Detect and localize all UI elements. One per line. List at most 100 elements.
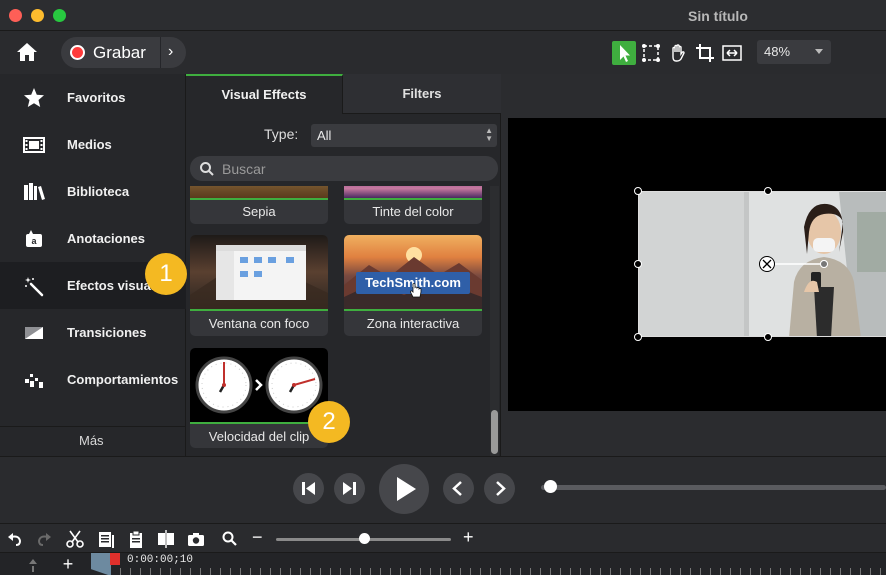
scrub-knob[interactable] (544, 480, 557, 493)
play-button[interactable] (379, 464, 429, 514)
library-icon (24, 183, 45, 200)
sidebar-item-label: Comportamientos (67, 372, 179, 387)
hand-cursor-icon (410, 283, 422, 298)
chevron-down-icon (815, 49, 823, 54)
playback-bar (0, 456, 886, 523)
previous-marker-button[interactable] (443, 473, 474, 504)
minimize-window-button[interactable] (31, 9, 44, 22)
card-divider (344, 309, 482, 311)
cut-button[interactable] (65, 529, 85, 549)
card-label: Velocidad del clip (208, 429, 310, 444)
record-label: Grabar (93, 43, 146, 62)
card-divider (344, 198, 482, 200)
updown-chevron-icon: ▲ ▼ (485, 126, 493, 143)
effect-card-ventana-con-foco[interactable]: Ventana con foco (190, 235, 328, 336)
paste-button[interactable] (126, 529, 146, 549)
step-backward-button[interactable] (293, 473, 324, 504)
home-icon (17, 43, 37, 61)
scrub-track[interactable] (541, 485, 886, 490)
sidebar-item-medios[interactable]: Medios (0, 121, 186, 168)
home-button[interactable] (14, 39, 40, 65)
scrollbar-thumb[interactable] (491, 410, 498, 454)
copy-button[interactable] (96, 529, 116, 549)
type-label: Type: (264, 126, 299, 142)
zoom-window-button[interactable] (53, 9, 66, 22)
effect-card-velocidad-del-clip[interactable]: Velocidad del clip (190, 348, 328, 448)
more-button[interactable]: Más (0, 426, 186, 456)
step-forward-button[interactable] (334, 473, 365, 504)
step-back-icon (302, 482, 315, 495)
zoom-out-button[interactable]: − (252, 527, 263, 548)
playhead[interactable] (91, 553, 111, 575)
camera-icon (188, 533, 204, 546)
window-title: Sin título (688, 8, 748, 24)
behaviors-icon (25, 374, 43, 388)
next-marker-button[interactable] (484, 473, 515, 504)
resize-handle-top-left[interactable] (634, 187, 642, 195)
tab-filters[interactable]: Filters (343, 74, 501, 114)
sidebar-item-label: Biblioteca (67, 184, 130, 199)
step-badge-1: 1 (145, 253, 187, 295)
resize-handle-top[interactable] (764, 187, 772, 195)
card-label: Tinte del color (372, 204, 454, 219)
redo-button[interactable] (34, 529, 54, 549)
pointer-tool-button[interactable] (612, 41, 636, 65)
card-divider (190, 198, 328, 200)
card-divider (190, 309, 328, 311)
snapshot-button[interactable] (186, 529, 206, 549)
resize-handle-left[interactable] (634, 260, 642, 268)
crop-tool-button[interactable] (693, 41, 717, 65)
anchor-point-icon[interactable] (758, 254, 828, 274)
resize-handle-bottom-left[interactable] (634, 333, 642, 341)
sidebar-item-biblioteca[interactable]: Biblioteca (0, 168, 186, 215)
close-window-button[interactable] (9, 9, 22, 22)
sidebar-item-favoritos[interactable]: Favoritos (0, 74, 186, 121)
effect-card-tinte-del-color[interactable]: Tinte del color (344, 186, 482, 224)
sidebar-item-comportamientos[interactable]: Comportamientos (0, 356, 186, 403)
undo-button[interactable] (5, 529, 25, 549)
chevron-left-icon (452, 481, 462, 496)
playhead-marker[interactable] (110, 553, 120, 565)
zoom-in-button[interactable]: + (463, 527, 474, 548)
focus-window-illustration (190, 245, 328, 309)
resize-handle-bottom[interactable] (764, 333, 772, 341)
timecode: 0:00:00;10 (127, 554, 194, 566)
effect-card-zona-interactiva[interactable]: TechSmith.com Zona interactiva (344, 235, 482, 336)
zoom-dropdown[interactable]: 48% (757, 40, 831, 64)
timeline-zoom-knob[interactable] (359, 533, 370, 544)
timeline-ruler[interactable] (120, 568, 886, 575)
clip-speed-thumbnail (190, 348, 328, 422)
tab-visual-effects[interactable]: Visual Effects (186, 74, 343, 114)
scissors-icon (66, 530, 84, 548)
chevron-right-icon: › (168, 43, 174, 60)
preview-canvas[interactable] (508, 118, 886, 411)
sepia-thumbnail (190, 186, 328, 198)
pan-tool-button[interactable] (666, 41, 690, 65)
film-icon (23, 137, 45, 153)
split-button[interactable] (156, 529, 176, 549)
library-scrollbar[interactable] (490, 186, 499, 456)
effect-card-sepia[interactable]: Sepia (190, 186, 328, 224)
record-icon (70, 45, 85, 60)
search-field[interactable] (190, 156, 498, 181)
hand-icon (672, 44, 685, 62)
main-toolbar: Grabar › 48% (0, 31, 886, 74)
type-dropdown[interactable]: All ▲ ▼ (311, 124, 497, 147)
split-icon (158, 530, 174, 548)
add-track-button[interactable]: + (58, 555, 78, 575)
fit-tool-button[interactable] (720, 41, 744, 65)
track-options-icon[interactable] (26, 557, 40, 573)
search-input[interactable] (222, 159, 482, 178)
sidebar-item-transiciones[interactable]: Transiciones (0, 309, 186, 356)
sidebar-item-label: Favoritos (67, 90, 126, 105)
record-button[interactable]: Grabar › (61, 37, 186, 68)
select-tool-button[interactable] (639, 41, 663, 65)
zoom-search-button[interactable] (220, 529, 240, 549)
record-menu-button[interactable]: › (160, 37, 186, 68)
magnifier-icon (222, 531, 237, 546)
pointer-icon (620, 45, 630, 62)
hotspot-thumbnail: TechSmith.com (344, 235, 482, 309)
chevron-right-icon (496, 481, 506, 496)
clipboard-icon (130, 530, 142, 548)
star-icon (24, 88, 44, 107)
